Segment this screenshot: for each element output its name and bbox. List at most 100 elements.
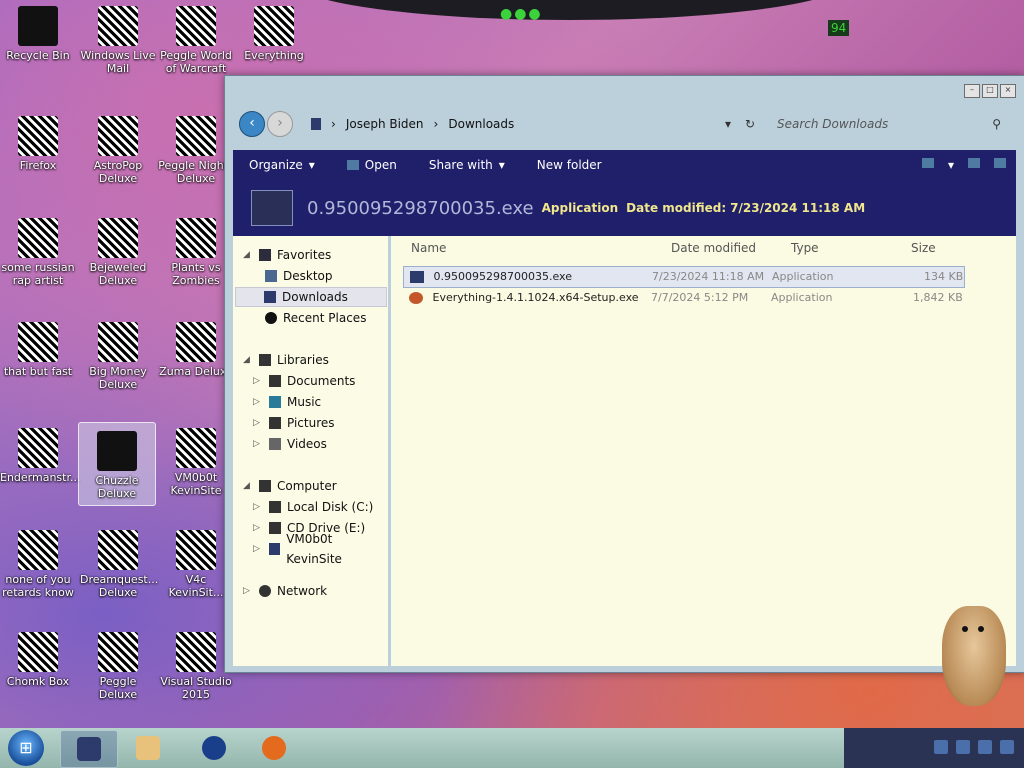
open-app-icon	[346, 160, 359, 170]
expand-arrow-icon[interactable]: ▷	[253, 539, 263, 559]
desktop-icon-plants-vs-zombies[interactable]: Plants vs Zombies	[158, 218, 234, 287]
desktop-icon-dreamquest[interactable]: Dreamquest... Deluxe	[80, 530, 158, 599]
downloads-icon	[264, 291, 276, 303]
videos-icon	[269, 438, 281, 450]
chevron-down-icon[interactable]: ▾	[948, 158, 954, 172]
share-with-label: Share with	[428, 158, 493, 172]
expand-arrow-icon[interactable]: ▷	[243, 581, 253, 601]
taskbar-explorer-button[interactable]	[60, 730, 118, 768]
expand-arrow-icon[interactable]: ◢	[243, 245, 253, 265]
nav-libraries[interactable]: ◢ Libraries	[243, 350, 329, 370]
share-with-button[interactable]: Share with ▾	[413, 158, 521, 172]
expand-arrow-icon[interactable]: ▷	[253, 497, 263, 517]
view-icon[interactable]	[921, 158, 934, 168]
nav-vm-share[interactable]: ▷ VM0b0t KevinSite	[253, 532, 388, 566]
taskbar-media-player-button[interactable]	[120, 730, 176, 766]
desktop-icon-recycle-bin[interactable]: Recycle Bin	[0, 6, 76, 62]
details-pane: 0.950095298700035.exe Application Date m…	[233, 180, 1016, 236]
column-header-size[interactable]: Size	[911, 241, 936, 255]
start-button[interactable]: ⊞	[8, 730, 44, 766]
nav-favorites[interactable]: ◢ Favorites	[243, 245, 331, 265]
file-name: Everything-1.4.1.1024.x64-Setup.exe	[432, 291, 639, 304]
expand-arrow-icon[interactable]: ◢	[243, 350, 253, 370]
tray-flag-icon[interactable]	[934, 740, 948, 754]
window-controls: – □ ×	[964, 84, 1016, 98]
hamster-desktop-buddy[interactable]	[942, 606, 1006, 706]
breadcrumb-item-user[interactable]: Joseph Biden	[346, 113, 424, 135]
tray-network-icon[interactable]	[956, 740, 970, 754]
expand-arrow-icon[interactable]: ▷	[253, 413, 263, 433]
file-row[interactable]: Everything-1.4.1.1024.x64-Setup.exe 7/7/…	[403, 288, 963, 308]
history-dropdown-icon[interactable]: ▾	[725, 113, 731, 135]
desktop-icon-v4c-kevinsite[interactable]: V4c KevinSit...	[158, 530, 234, 599]
desktop-icon-chomk-box[interactable]: Chomk Box	[0, 632, 76, 688]
new-folder-button[interactable]: New folder	[521, 158, 618, 172]
desktop-icon-windows-live-mail[interactable]: Windows Live Mail	[80, 6, 156, 75]
application-icon	[251, 190, 293, 226]
organize-button[interactable]: Organize ▾	[233, 158, 331, 172]
refresh-icon[interactable]: ↻	[745, 113, 755, 135]
desktop-icon-visual-studio[interactable]: Visual Studio 2015	[158, 632, 234, 701]
expand-arrow-icon[interactable]: ▷	[253, 371, 263, 391]
nav-pictures[interactable]: ▷ Pictures	[253, 413, 335, 433]
nav-local-disk[interactable]: ▷ Local Disk (C:)	[253, 497, 373, 517]
taskbar-firefox-button[interactable]	[246, 730, 302, 766]
desktop-icon-none-of-you[interactable]: none of you retards know	[0, 530, 76, 599]
taskbar-browser-button[interactable]	[186, 730, 242, 766]
desktop-icon-bejeweled[interactable]: Bejeweled Deluxe	[80, 218, 156, 287]
preview-pane-icon[interactable]	[968, 158, 980, 168]
desktop-icon-endermanstr[interactable]: Endermanstr...	[0, 428, 80, 484]
expand-arrow-icon[interactable]: ◢	[243, 476, 253, 496]
close-button[interactable]: ×	[1000, 84, 1016, 98]
search-input[interactable]: Search Downloads ⚲	[777, 113, 1007, 135]
breadcrumb[interactable]: › Joseph Biden › Downloads	[311, 113, 514, 135]
column-header-type[interactable]: Type	[791, 241, 819, 255]
file-date: 7/7/2024 5:12 PM	[651, 291, 749, 304]
back-button[interactable]: ‹	[239, 111, 265, 137]
expand-arrow-icon[interactable]: ▷	[253, 392, 263, 412]
nav-desktop[interactable]: Desktop	[265, 266, 333, 286]
expand-arrow-icon[interactable]: ▷	[253, 518, 263, 538]
nav-downloads[interactable]: Downloads	[235, 287, 387, 307]
nav-videos[interactable]: ▷ Videos	[253, 434, 327, 454]
libraries-icon	[259, 354, 271, 366]
open-button[interactable]: Open	[331, 158, 413, 172]
desktop-icon-everything[interactable]: Everything	[236, 6, 312, 62]
nav-documents[interactable]: ▷ Documents	[253, 371, 355, 391]
desktop-icon-firefox[interactable]: Firefox	[0, 116, 76, 172]
expand-arrow-icon[interactable]: ▷	[253, 434, 263, 454]
desktop-icon-big-money[interactable]: Big Money Deluxe	[80, 322, 156, 391]
desktop-icon-vm0b0t-kevinsite[interactable]: VM0b0t KevinSite	[158, 428, 234, 497]
desktop-icon-astropop[interactable]: AstroPop Deluxe	[80, 116, 156, 185]
file-row[interactable]: 0.950095298700035.exe 7/23/2024 11:18 AM…	[403, 266, 965, 288]
column-header-name[interactable]: Name	[411, 241, 446, 255]
tray-clock-icon[interactable]	[1000, 740, 1014, 754]
details-modified-value: 7/23/2024 11:18 AM	[730, 201, 866, 215]
minimize-button[interactable]: –	[964, 84, 980, 98]
navigation-pane: ◢ Favorites Desktop Downloads Recent Pla…	[233, 236, 388, 666]
forward-button[interactable]: ›	[267, 111, 293, 137]
desktop-icon-russian-rap[interactable]: some russian rap artist	[0, 218, 76, 287]
search-icon[interactable]: ⚲	[992, 113, 1001, 135]
desktop-icon-peggle-nights[interactable]: Peggle Nights Deluxe	[158, 116, 234, 185]
open-label: Open	[364, 158, 397, 172]
desktop-icon-that-but-fast[interactable]: that but fast	[0, 322, 76, 378]
maximize-button[interactable]: □	[982, 84, 998, 98]
desktop-icon-peggle-deluxe[interactable]: Peggle Deluxe	[80, 632, 156, 701]
pictures-icon	[269, 417, 281, 429]
nav-music[interactable]: ▷ Music	[253, 392, 321, 412]
desktop-icon-zuma[interactable]: Zuma Deluxe	[158, 322, 234, 378]
desktop-icon-chuzzle[interactable]: Chuzzle Deluxe	[78, 422, 156, 506]
tray-volume-icon[interactable]	[978, 740, 992, 754]
desktop-icon-peggle-wow[interactable]: Peggle World of Warcraft	[158, 6, 234, 75]
documents-icon	[269, 375, 281, 387]
mail-icon	[98, 6, 138, 46]
nav-network[interactable]: ▷ Network	[243, 581, 327, 601]
column-header-date[interactable]: Date modified	[671, 241, 756, 255]
nav-computer[interactable]: ◢ Computer	[243, 476, 337, 496]
network-drive-icon	[268, 543, 281, 555]
breadcrumb-item-downloads[interactable]: Downloads	[448, 113, 514, 135]
help-icon[interactable]	[994, 158, 1006, 168]
nav-recent-places[interactable]: Recent Places	[265, 308, 366, 328]
firefox-icon	[262, 736, 286, 760]
